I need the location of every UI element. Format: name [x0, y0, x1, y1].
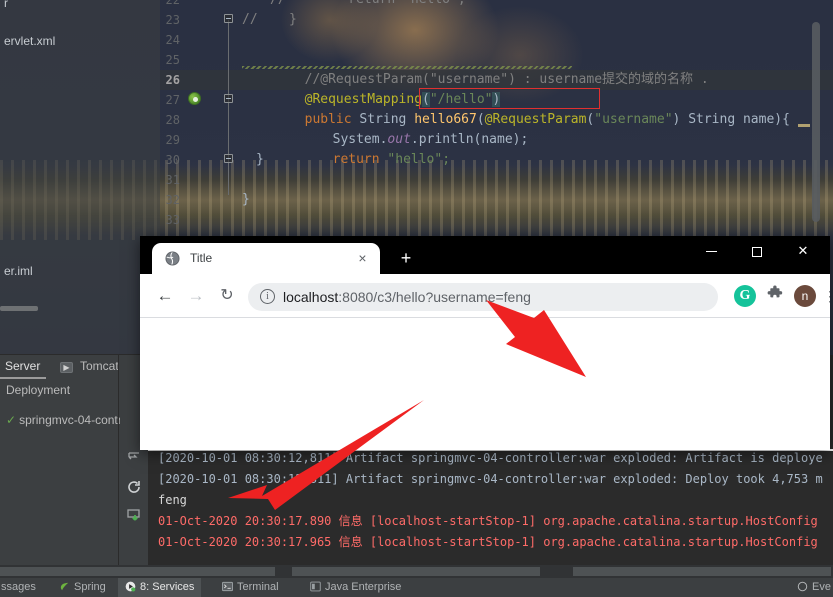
- line-number-30: 30: [165, 153, 180, 167]
- toolbtn-spring-label: Spring: [74, 581, 106, 593]
- tree-item-0[interactable]: r: [0, 0, 8, 10]
- code-line-29: return "hello";: [270, 130, 450, 190]
- return-string-hello: "hello";: [387, 152, 451, 167]
- line-number-22: 22: [165, 0, 180, 7]
- extensions-puzzle-icon[interactable]: [764, 285, 786, 307]
- line-number-32: 32: [165, 193, 180, 207]
- line-number-28: 28: [165, 113, 180, 127]
- java-enterprise-icon: [310, 580, 321, 597]
- window-minimize-button[interactable]: [688, 236, 734, 266]
- param-type-string: String: [688, 112, 736, 127]
- status-bar: ssages Spring 8: Services Terminal Java …: [0, 565, 833, 597]
- artifact-status-check: ✓: [6, 413, 17, 427]
- console-line-1: [2020-10-01 08:30:12,811] Artifact sprin…: [158, 472, 823, 486]
- toolbtn-spring[interactable]: Spring: [52, 578, 113, 597]
- back-arrow-icon[interactable]: ←: [154, 285, 176, 307]
- kw-return: return: [332, 152, 380, 167]
- console-line-4: 01-Oct-2020 20:30:17.965 信息 [localhost-s…: [158, 535, 818, 549]
- line-number-26: 26: [165, 73, 180, 87]
- project-horizontal-scrollbar[interactable]: [0, 306, 38, 311]
- console-line-0: [2020-10-01 08:30:12,811] Artifact sprin…: [158, 451, 823, 465]
- toolbtn-terminal-label: Terminal: [237, 581, 279, 593]
- fold-marker-23[interactable]: [224, 14, 233, 23]
- fold-marker-27[interactable]: [224, 94, 233, 103]
- toolbtn-messages-label: ssages: [1, 581, 36, 593]
- line-number-33: 33: [165, 213, 180, 227]
- terminal-icon: [222, 580, 233, 597]
- toolbtn-messages[interactable]: ssages: [0, 578, 43, 597]
- toolbtn-java-enterprise-label: Java Enterprise: [325, 581, 402, 593]
- url-path: :8080/c3/hello?username=feng: [338, 289, 531, 305]
- chrome-browser-window[interactable]: Title × + ✕ ← → ↻ i localhost:8080/c3/he…: [140, 236, 830, 450]
- code-line-23: // }: [242, 12, 297, 27]
- line-number-29: 29: [165, 133, 180, 147]
- code-line-30: }: [256, 152, 264, 167]
- tool-window-buttons[interactable]: ssages Spring 8: Services Terminal Java …: [0, 578, 833, 597]
- editor-marker-stripe[interactable]: [798, 124, 810, 127]
- run-config-icon[interactable]: ▶: [60, 362, 73, 373]
- line-number-27: 27: [165, 93, 180, 107]
- browser-toolbar[interactable]: ← → ↻ i localhost:8080/c3/hello?username…: [140, 274, 830, 318]
- console-line-feng: feng: [158, 493, 187, 507]
- tab-server[interactable]: Server: [0, 359, 47, 379]
- profile-avatar[interactable]: n: [794, 285, 816, 307]
- line-number-31: 31: [165, 173, 180, 187]
- artifact-name: springmvc-04-controll: [19, 413, 134, 427]
- fold-marker-30[interactable]: [224, 154, 233, 163]
- toolbtn-java-enterprise[interactable]: Java Enterprise: [303, 578, 408, 597]
- comment-typo-squiggle: [242, 66, 572, 69]
- code-line-32: }: [242, 192, 250, 207]
- param-name-string: "username": [594, 112, 673, 127]
- code-line-22: // return "hello";: [270, 0, 466, 10]
- param-identifier-name: name: [742, 112, 775, 127]
- toolbtn-event-log-label: Eve: [812, 581, 831, 593]
- grammarly-icon[interactable]: G: [734, 285, 756, 307]
- spring-leaf-icon: [59, 580, 70, 597]
- run-play-icon: [125, 580, 136, 597]
- browser-titlebar[interactable]: Title × + ✕: [140, 236, 830, 274]
- line-number-25: 25: [165, 53, 180, 67]
- requestparam-highlight-box: [419, 88, 600, 109]
- browser-tab-title: Title: [190, 251, 213, 265]
- spring-bean-gutter-icon[interactable]: [188, 92, 201, 105]
- scroll-to-end-icon[interactable]: [126, 449, 142, 465]
- toolbtn-services[interactable]: 8: Services: [118, 578, 202, 597]
- rerun-icon[interactable]: [126, 479, 142, 495]
- url-host: localhost: [283, 289, 339, 305]
- window-maximize-button[interactable]: [734, 236, 780, 266]
- line-number-23: 23: [165, 13, 180, 27]
- browser-menu-icon[interactable]: ⋮: [822, 285, 830, 307]
- deployment-label: Deployment: [6, 383, 71, 397]
- services-vertical-divider: [118, 355, 119, 565]
- line27-tail: ){: [774, 112, 790, 127]
- address-bar[interactable]: i localhost:8080/c3/hello?username=feng …: [248, 283, 809, 311]
- address-bar-url: localhost:8080/c3/hello?username=feng: [283, 288, 531, 306]
- tree-item-2[interactable]: er.iml: [0, 264, 33, 278]
- line-number-24: 24: [165, 33, 180, 47]
- artifact-row[interactable]: ✓ springmvc-04-controll: [6, 413, 134, 427]
- export-download-icon[interactable]: [126, 507, 142, 523]
- editor-scrollbar[interactable]: [812, 22, 820, 222]
- forward-arrow-icon[interactable]: →: [185, 285, 207, 307]
- console-line-3: 01-Oct-2020 20:30:17.890 信息 [localhost-s…: [158, 514, 818, 528]
- window-close-button[interactable]: ✕: [780, 236, 826, 266]
- toolbtn-services-label: 8: Services: [140, 581, 195, 593]
- event-log-icon: [797, 580, 808, 597]
- tree-item-1[interactable]: ervlet.xml: [0, 34, 55, 48]
- browser-tab[interactable]: Title ×: [152, 243, 380, 274]
- reload-icon[interactable]: ↻: [216, 285, 238, 307]
- new-tab-button[interactable]: +: [395, 248, 417, 270]
- globe-icon: [165, 251, 180, 266]
- page-content: [140, 319, 830, 450]
- toolbtn-event-log[interactable]: Eve: [790, 578, 833, 597]
- status-top-strip: [0, 565, 833, 578]
- site-info-icon[interactable]: i: [260, 289, 275, 304]
- project-tree-panel[interactable]: r ervlet.xml er.iml: [0, 0, 160, 355]
- toolbtn-terminal[interactable]: Terminal: [215, 578, 286, 597]
- tab-close-icon[interactable]: ×: [355, 251, 370, 266]
